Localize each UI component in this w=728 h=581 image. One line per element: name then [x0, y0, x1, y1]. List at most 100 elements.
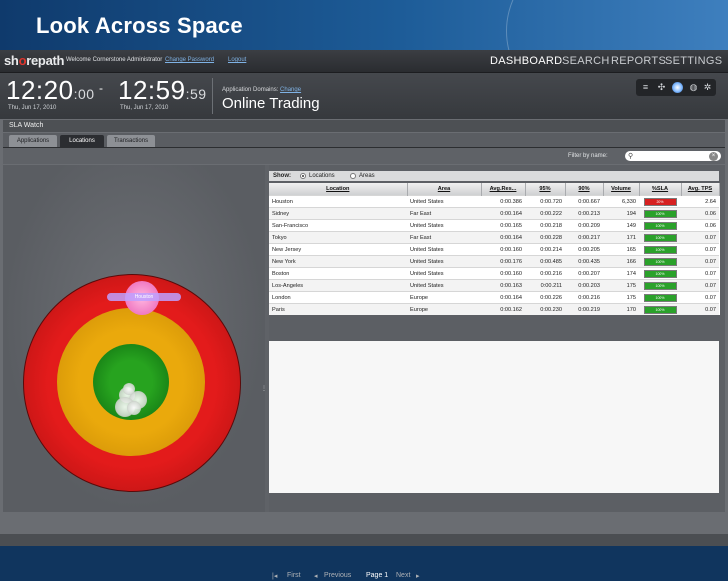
globe-icon[interactable]: ◍	[688, 82, 699, 93]
location-cell: San-Francisco	[269, 219, 407, 232]
tab-applications[interactable]: Applications	[9, 135, 57, 147]
table-row[interactable]: Los-Angeles United States 0:00.163 0:00.211…	[269, 279, 719, 292]
list-icon[interactable]: ≡	[640, 82, 651, 93]
avg-res-cell: 0:00.162	[481, 303, 525, 315]
sla-bar: 100%	[643, 221, 677, 230]
location-cell: London	[269, 291, 407, 304]
nav-reports[interactable]: REPORTS	[611, 55, 666, 67]
domain-name: Online Trading	[222, 95, 320, 112]
sla-bar: 100%	[643, 245, 677, 254]
globe-icon-active[interactable]: o	[672, 82, 683, 93]
volume-cell: 175	[603, 291, 639, 304]
p90-cell: 0:00.205	[565, 243, 603, 256]
avg-res-cell: 0:00.160	[481, 243, 525, 256]
sla-bar: 100%	[643, 293, 677, 302]
locations-table: Location Area Avg.Res... 95% 90% Volume …	[269, 183, 720, 315]
area-cell: Europe	[407, 291, 481, 304]
table-row[interactable]: Paris Europe 0:00.162 0:00.230 0:00.219 170 10…	[269, 303, 719, 315]
col-avg-tps[interactable]: Avg. TPS	[681, 183, 720, 196]
logo: shorepath	[4, 53, 65, 68]
sla-bar: 100%	[643, 269, 677, 278]
previous-page-button[interactable]: Previous	[324, 572, 351, 579]
next-icon[interactable]: ▸	[416, 572, 420, 580]
p95-cell: 0:00.216	[525, 267, 565, 280]
area-cell: United States	[407, 255, 481, 268]
volume-cell: 165	[603, 243, 639, 256]
avg-res-cell: 0:00.164	[481, 231, 525, 244]
col-90[interactable]: 90%	[565, 183, 604, 196]
area-cell: United States	[407, 267, 481, 280]
previous-icon[interactable]: ◂	[314, 572, 318, 580]
col-location[interactable]: Location	[269, 183, 408, 196]
table-row[interactable]: Tokyo Far East 0:00.164 0:00.228 0:00.217 171…	[269, 231, 719, 244]
avg-tps-cell: 0.07	[681, 303, 719, 315]
col-avg-res[interactable]: Avg.Res...	[481, 183, 526, 196]
table-row[interactable]: San-Francisco United States 0:00.165 0:00.2…	[269, 219, 719, 232]
settings-icon[interactable]: ✲	[702, 82, 713, 93]
start-time[interactable]: 12:20:00	[6, 75, 95, 106]
network-icon[interactable]: ✣	[656, 82, 667, 93]
avg-res-cell: 0:00.165	[481, 219, 525, 232]
show-locations-radio[interactable]	[300, 173, 306, 179]
tab-transactions[interactable]: Transactions	[107, 135, 155, 147]
table-row[interactable]: Sidney Far East 0:00.164 0:00.222 0:00.213 19…	[269, 207, 719, 220]
p95-cell: 0:00.230	[525, 303, 565, 315]
first-page-button[interactable]: First	[287, 572, 301, 579]
show-areas-radio[interactable]	[350, 173, 356, 179]
filter-input[interactable]	[625, 151, 721, 161]
first-icon[interactable]: |◂	[272, 572, 277, 580]
filter-label: Filter by name:	[568, 153, 608, 159]
p95-cell: 0:00.720	[525, 195, 565, 208]
col-95[interactable]: 95%	[525, 183, 566, 196]
next-page-button[interactable]: Next	[396, 572, 410, 579]
sla-cell: 100%	[639, 207, 681, 220]
table-row[interactable]: New Jersey United States 0:00.160 0:00.214 0…	[269, 243, 719, 256]
application-domains-label: Application Domains: Change	[222, 87, 301, 93]
clear-icon[interactable]: ×	[709, 152, 718, 161]
time-range-bar: 12:20:00 Thu, Jun 17, 2010 - 12:59:59 Th…	[0, 73, 728, 119]
col-sla[interactable]: %SLA	[639, 183, 682, 196]
avg-res-cell: 0:00.163	[481, 279, 525, 292]
p90-cell: 0:00.203	[565, 279, 603, 292]
location-marker[interactable]	[123, 383, 135, 395]
area-cell: Far East	[407, 231, 481, 244]
location-marker[interactable]	[127, 401, 141, 415]
table-row[interactable]: Houston United States 0:00.386 0:00.720 0:00…	[269, 195, 719, 208]
table-header-row: Location Area Avg.Res... 95% 90% Volume …	[269, 183, 720, 196]
p90-cell: 0:00.219	[565, 303, 603, 315]
location-cell: Los-Angeles	[269, 279, 407, 292]
volume-cell: 171	[603, 231, 639, 244]
sla-cell: 100%	[639, 291, 681, 304]
table-row[interactable]: Boston United States 0:00.160 0:00.216 0:00.…	[269, 267, 719, 280]
nav-settings[interactable]: SETTINGS	[665, 55, 722, 67]
nav-search[interactable]: SEARCH	[562, 55, 610, 67]
location-cell: Houston	[269, 195, 407, 208]
table-row[interactable]: New York United States 0:00.176 0:00.485 0:0…	[269, 255, 719, 268]
p95-cell: 0:00.226	[525, 291, 565, 304]
avg-tps-cell: 0.07	[681, 279, 719, 292]
sla-ring-map: Houston ⋮	[3, 165, 267, 512]
tab-locations[interactable]: Locations	[60, 135, 104, 147]
change-domain-link[interactable]: Change	[280, 87, 301, 93]
sla-cell: 100%	[639, 219, 681, 232]
logout-link[interactable]: Logout	[228, 57, 246, 63]
location-cell: Paris	[269, 303, 407, 315]
col-area[interactable]: Area	[407, 183, 482, 196]
p90-cell: 0:00.213	[565, 207, 603, 220]
locations-panel: Show: Locations Areas Location Area Avg.…	[269, 165, 725, 580]
sla-watch-header: SLA Watch	[3, 120, 725, 132]
location-cell: Boston	[269, 267, 407, 280]
table-row[interactable]: London Europe 0:00.164 0:00.226 0:00.216 175 1…	[269, 291, 719, 304]
volume-cell: 6,330	[603, 195, 639, 208]
location-cell: Tokyo	[269, 231, 407, 244]
location-cell: New York	[269, 255, 407, 268]
current-page: Page 1	[366, 572, 389, 579]
avg-tps-cell: 0.07	[681, 267, 719, 280]
p95-cell: 0:00.228	[525, 231, 565, 244]
avg-tps-cell: 0.07	[681, 291, 719, 304]
nav-dashboard[interactable]: DASHBOARD	[490, 55, 562, 67]
change-password-link[interactable]: Change Password	[165, 57, 214, 63]
end-time[interactable]: 12:59:59	[118, 75, 207, 106]
col-volume[interactable]: Volume	[603, 183, 640, 196]
avg-tps-cell: 0.06	[681, 219, 719, 232]
